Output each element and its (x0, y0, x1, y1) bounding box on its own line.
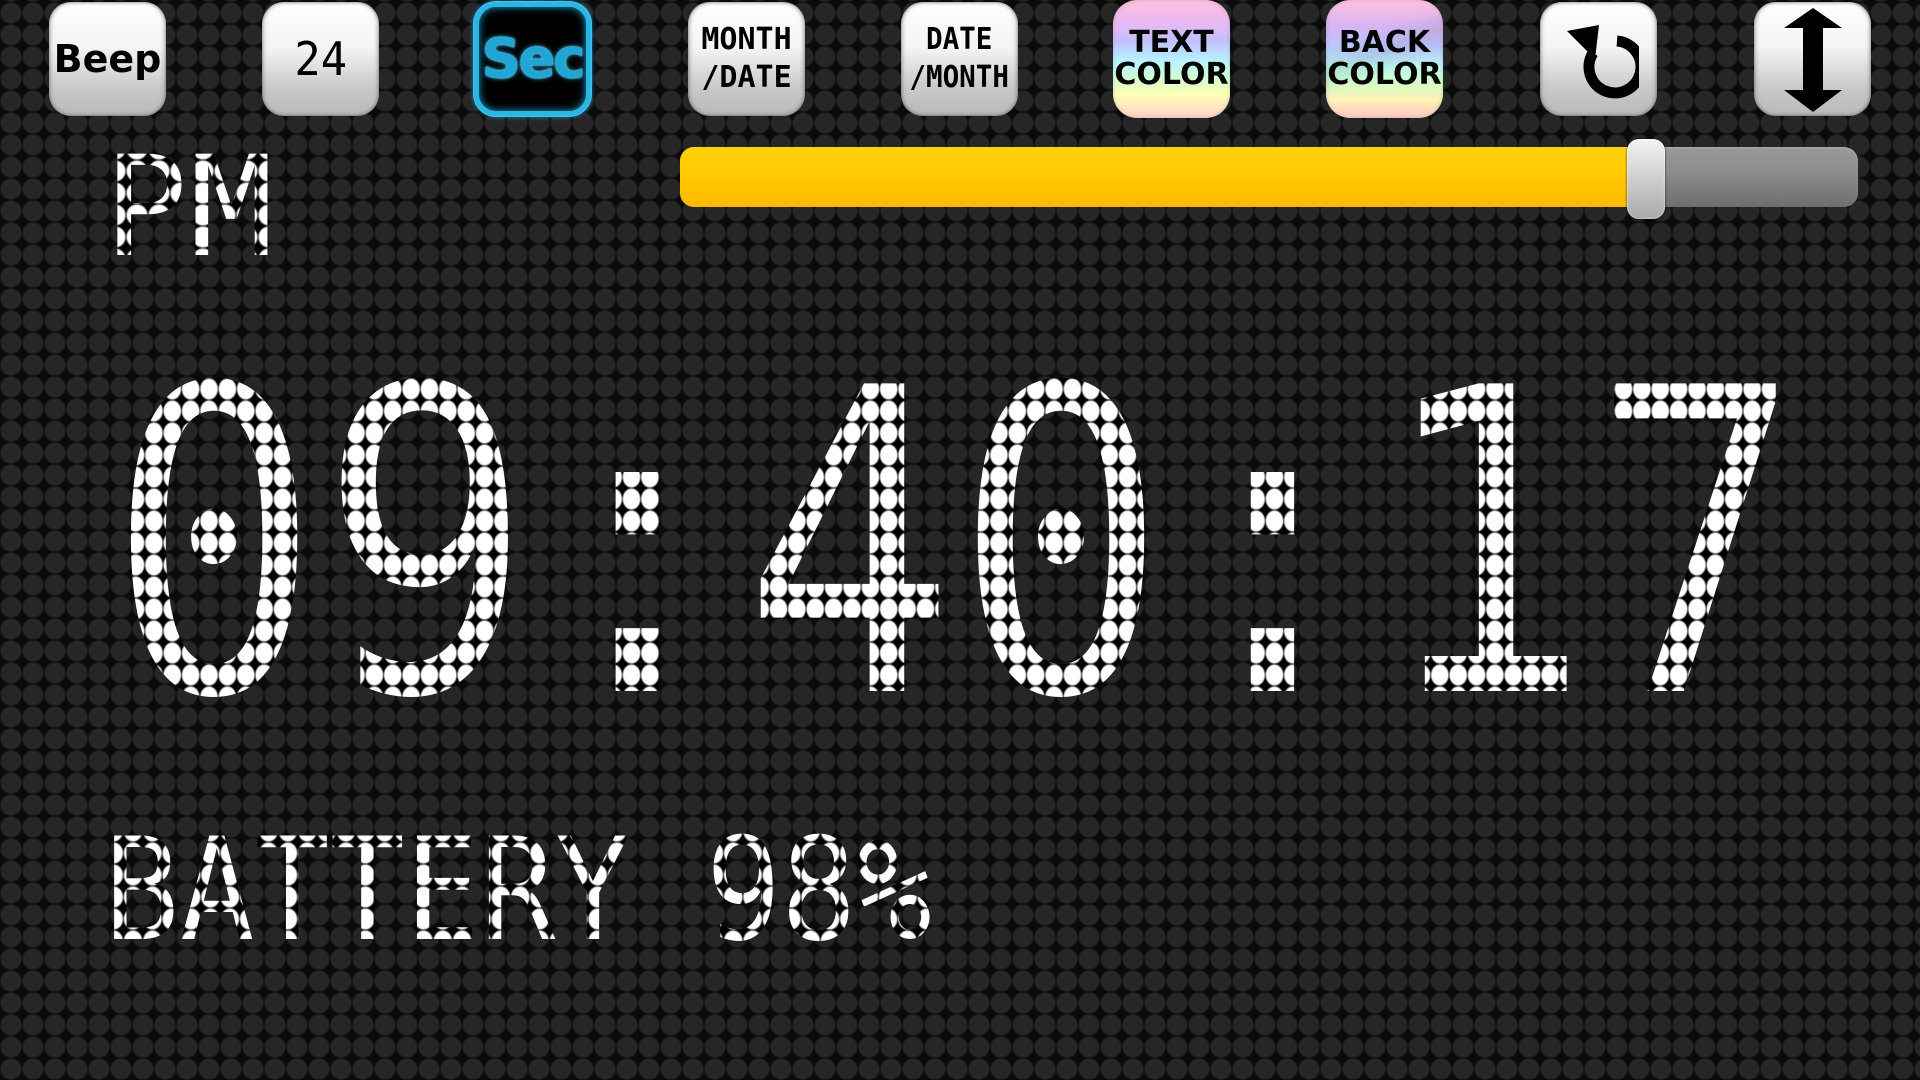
battery-status: BATTERY 98% (104, 808, 932, 973)
date-month-label: DATE /MONTH (909, 22, 1010, 95)
vertical-arrows-icon (1783, 8, 1842, 112)
24-hour-label: 24 (294, 32, 347, 86)
brightness-slider[interactable] (680, 139, 1858, 219)
date-month-format-button[interactable]: DATE /MONTH (901, 2, 1018, 116)
beep-button[interactable]: Beep (49, 2, 166, 116)
text-color-label: TEXT COLOR (1114, 25, 1229, 92)
time-display: 09:40:17 (108, 299, 1802, 791)
24-hour-format-button[interactable]: 24 (262, 2, 379, 116)
month-date-format-button[interactable]: MONTH /DATE (688, 2, 805, 116)
seconds-label: Sec (481, 27, 586, 90)
back-color-label: BACK COLOR (1327, 25, 1442, 92)
back-color-button[interactable]: BACK COLOR (1326, 0, 1443, 118)
beep-label: Beep (53, 37, 162, 81)
rotate-cw-icon (1566, 25, 1639, 99)
rotate-button[interactable] (1540, 2, 1657, 116)
month-date-label: MONTH /DATE (701, 22, 792, 95)
ampm-indicator: PM (104, 126, 276, 288)
slider-fill (680, 147, 1646, 207)
text-color-button[interactable]: TEXT COLOR (1113, 0, 1230, 118)
slider-thumb[interactable] (1626, 139, 1665, 219)
seconds-toggle-button[interactable]: Sec (474, 2, 591, 116)
orientation-button[interactable] (1754, 2, 1871, 116)
